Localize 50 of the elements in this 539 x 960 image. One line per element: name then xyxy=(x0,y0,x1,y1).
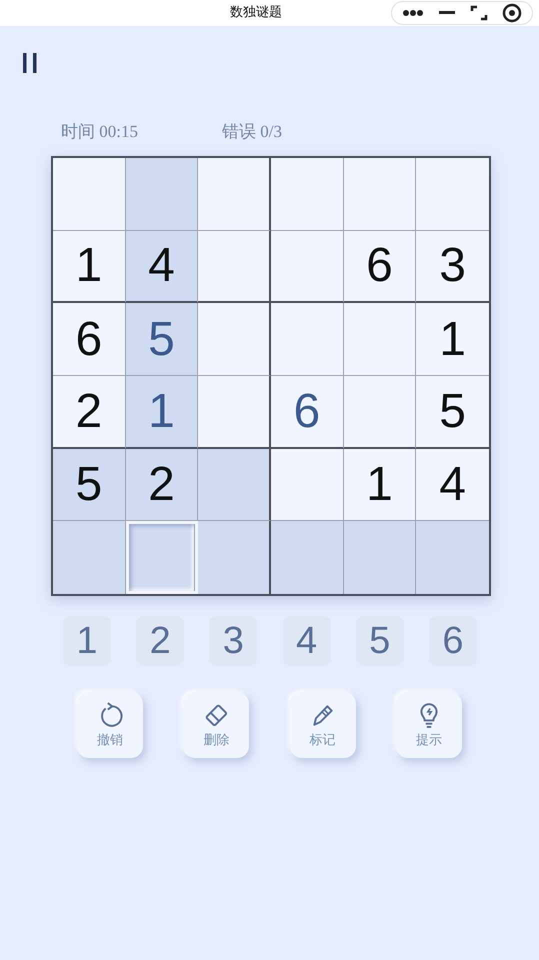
menu-capsule[interactable] xyxy=(391,1,533,25)
sudoku-cell[interactable]: 2 xyxy=(53,376,126,449)
close-icon[interactable] xyxy=(502,3,522,23)
number-key[interactable]: 3 xyxy=(209,616,258,666)
sudoku-cell[interactable] xyxy=(198,303,271,376)
sudoku-cell[interactable]: 5 xyxy=(53,448,126,522)
sudoku-cell[interactable]: 1 xyxy=(53,230,126,304)
page-title: 数独谜题 xyxy=(230,4,282,21)
sudoku-cell[interactable] xyxy=(270,521,344,594)
sudoku-cell[interactable]: 1 xyxy=(126,376,198,449)
sudoku-cell[interactable]: 4 xyxy=(416,448,489,522)
sudoku-cell[interactable] xyxy=(270,303,344,376)
sudoku-cell[interactable]: 2 xyxy=(126,448,198,522)
sudoku-cell[interactable]: 4 xyxy=(126,230,198,304)
number-key[interactable]: 2 xyxy=(136,616,184,666)
sudoku-cell[interactable]: 6 xyxy=(270,376,344,449)
sudoku-cell[interactable] xyxy=(270,448,344,522)
sudoku-cell[interactable] xyxy=(198,376,271,449)
sudoku-cell[interactable] xyxy=(416,521,489,594)
sudoku-cell[interactable]: 5 xyxy=(126,303,198,376)
sudoku-cell[interactable] xyxy=(270,230,344,304)
number-key[interactable]: 1 xyxy=(63,616,111,666)
number-key[interactable]: 4 xyxy=(282,616,331,666)
sudoku-cell[interactable]: 1 xyxy=(344,448,416,522)
sudoku-cell[interactable]: 3 xyxy=(416,230,489,304)
number-key[interactable]: 6 xyxy=(428,616,477,666)
number-key[interactable]: 5 xyxy=(356,616,404,666)
sudoku-cell[interactable] xyxy=(198,230,271,304)
sudoku-cell[interactable] xyxy=(53,521,126,594)
sudoku-cell[interactable] xyxy=(128,524,196,591)
sudoku-cell[interactable]: 6 xyxy=(53,303,126,376)
eraser-icon xyxy=(203,702,230,728)
sudoku-cell[interactable] xyxy=(344,158,416,231)
sudoku-cell[interactable] xyxy=(344,521,416,594)
sudoku-cell[interactable] xyxy=(198,448,271,522)
sudoku-cell[interactable]: 1 xyxy=(416,303,489,376)
error-count: 错误 0/3 xyxy=(222,121,282,143)
sudoku-cell[interactable] xyxy=(416,158,489,231)
sudoku-cell[interactable]: 6 xyxy=(344,230,416,304)
sudoku-cell[interactable] xyxy=(344,303,416,376)
sudoku-cell[interactable] xyxy=(126,158,198,231)
timer-text: 时间 00:15 xyxy=(61,121,138,143)
more-icon[interactable] xyxy=(402,8,424,18)
frame-icon[interactable] xyxy=(470,5,488,21)
sudoku-cell[interactable] xyxy=(344,376,416,449)
sudoku-cell[interactable]: 5 xyxy=(416,376,489,449)
sudoku-cell[interactable] xyxy=(270,158,344,231)
sudoku-cell[interactable] xyxy=(198,158,271,231)
sudoku-cell[interactable] xyxy=(198,521,271,594)
sudoku-cell[interactable] xyxy=(53,158,126,231)
